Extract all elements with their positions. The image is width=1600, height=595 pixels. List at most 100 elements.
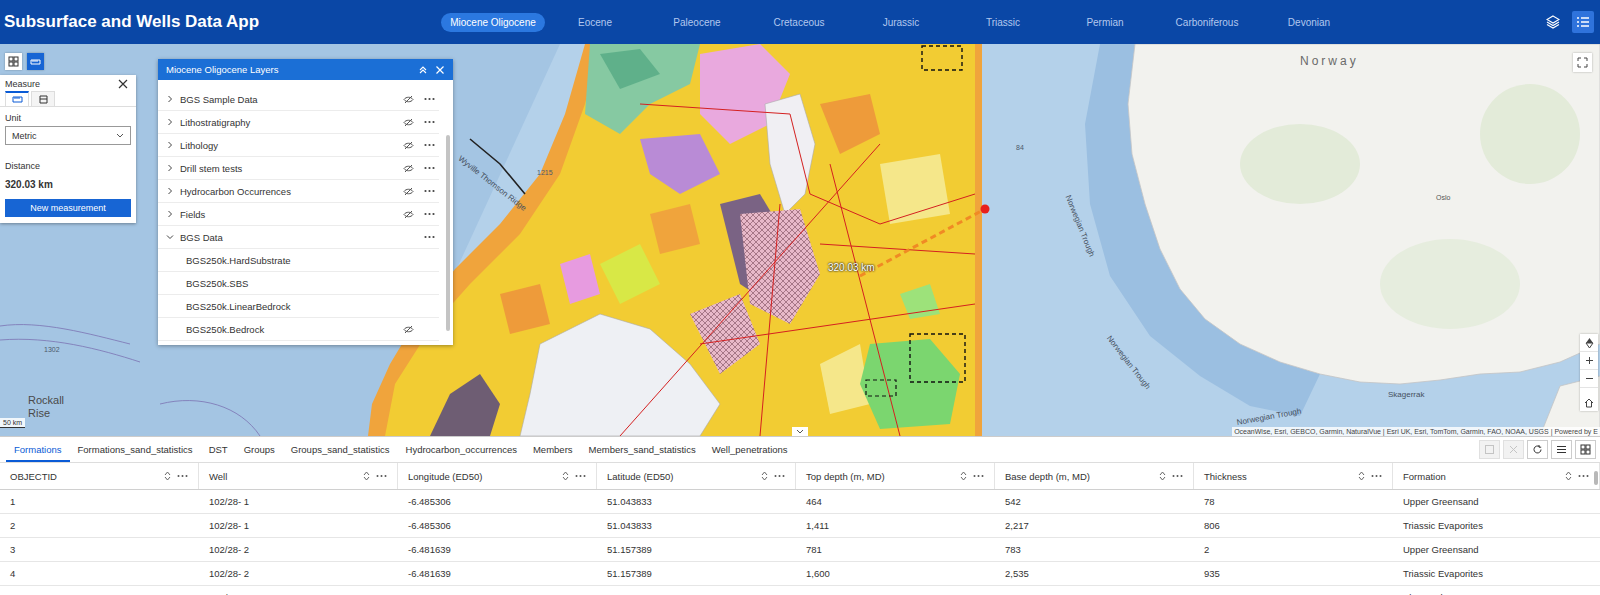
table-row[interactable]: 4102/28- 2-6.48163951.1573891,6002,53593… bbox=[0, 562, 1600, 586]
eye-off-icon[interactable] bbox=[403, 141, 414, 150]
zoom-to-icon[interactable] bbox=[1484, 444, 1495, 455]
era-tab[interactable]: Permian bbox=[1054, 13, 1156, 32]
chevron-right-icon[interactable] bbox=[166, 187, 174, 195]
new-measurement-button[interactable]: New measurement bbox=[5, 199, 131, 217]
more-icon[interactable] bbox=[424, 212, 435, 216]
collapse-table-button[interactable] bbox=[792, 427, 808, 436]
column-header[interactable]: Longitude (ED50) bbox=[398, 463, 597, 489]
sort-icon[interactable] bbox=[363, 471, 370, 481]
era-tab[interactable]: Miocene Oligocene bbox=[442, 13, 544, 32]
more-icon[interactable] bbox=[424, 97, 435, 101]
map-tool-button[interactable] bbox=[5, 53, 22, 70]
layer-row[interactable]: Drill stem tests bbox=[158, 157, 439, 180]
more-icon[interactable] bbox=[177, 474, 188, 478]
layer-row[interactable]: BGS Sample Data bbox=[158, 88, 439, 111]
era-tab-label[interactable]: Carboniferous bbox=[1167, 13, 1248, 32]
options-icon[interactable] bbox=[1556, 444, 1567, 455]
sort-icon[interactable] bbox=[1358, 471, 1365, 481]
table-tab[interactable]: Hydrocarbon_occurrences bbox=[398, 437, 525, 462]
era-tab-label[interactable]: Devonian bbox=[1279, 13, 1339, 32]
fullscreen-icon[interactable] bbox=[1577, 57, 1588, 68]
era-tab-label[interactable]: Jurassic bbox=[874, 13, 929, 32]
ruler-icon[interactable] bbox=[30, 56, 41, 67]
measure-tab[interactable] bbox=[5, 91, 29, 106]
era-tab-label[interactable]: Eocene bbox=[569, 13, 621, 32]
table-tab[interactable]: Formations_sand_statistics bbox=[70, 437, 201, 462]
era-tab[interactable]: Cretaceous bbox=[748, 13, 850, 32]
home-icon[interactable] bbox=[1584, 398, 1594, 408]
chevron-right-icon[interactable] bbox=[166, 118, 174, 126]
header-button[interactable] bbox=[1572, 11, 1594, 33]
table-row[interactable]: 5103/01- 1-5.89757151.9795783,7103,7166B… bbox=[0, 586, 1600, 595]
eye-off-icon[interactable] bbox=[403, 118, 414, 127]
sublayer-row[interactable]: BGS250k.Bedrock bbox=[158, 318, 439, 341]
column-header[interactable]: Base depth (m, MD) bbox=[995, 463, 1194, 489]
table-tab[interactable]: Groups bbox=[236, 437, 283, 462]
fullscreen-button[interactable] bbox=[1573, 53, 1592, 72]
collapse-icon[interactable] bbox=[418, 65, 428, 75]
clear-selection-icon[interactable] bbox=[1508, 444, 1519, 455]
eye-off-icon[interactable] bbox=[403, 210, 414, 219]
sort-icon[interactable] bbox=[562, 471, 569, 481]
layer-row[interactable]: Fields bbox=[158, 203, 439, 226]
table-tab[interactable]: Groups_sand_statistics bbox=[283, 437, 398, 462]
zoom-out-button[interactable] bbox=[1580, 370, 1598, 388]
grid-icon[interactable] bbox=[8, 56, 19, 67]
table-tab[interactable]: Well_penetrations bbox=[704, 437, 796, 462]
plus-icon[interactable] bbox=[1585, 356, 1594, 365]
area-icon[interactable] bbox=[38, 95, 49, 104]
column-header[interactable]: OBJECTID bbox=[0, 463, 199, 489]
scrollbar[interactable] bbox=[446, 135, 450, 331]
column-header[interactable]: Latitude (ED50) bbox=[597, 463, 796, 489]
more-icon[interactable] bbox=[424, 143, 435, 147]
toolbar-button[interactable] bbox=[1527, 440, 1548, 459]
table-row[interactable]: 3102/28- 2-6.48163951.1573897817832Upper… bbox=[0, 538, 1600, 562]
more-icon[interactable] bbox=[575, 474, 586, 478]
layers-icon[interactable] bbox=[1546, 15, 1560, 29]
column-header[interactable]: Thickness bbox=[1194, 463, 1393, 489]
grid-icon[interactable] bbox=[1580, 444, 1591, 455]
toolbar-button[interactable] bbox=[1575, 440, 1596, 459]
sublayer-row[interactable]: BGS250k.SBS bbox=[158, 272, 439, 295]
layer-row[interactable]: Lithostratigraphy bbox=[158, 111, 439, 134]
compass-button[interactable] bbox=[1580, 334, 1598, 352]
more-icon[interactable] bbox=[424, 166, 435, 170]
more-icon[interactable] bbox=[424, 120, 435, 124]
refresh-icon[interactable] bbox=[1532, 444, 1543, 455]
toolbar-button[interactable] bbox=[1479, 440, 1500, 459]
table-tab[interactable]: Formations bbox=[6, 437, 70, 462]
table-tab[interactable]: DST bbox=[201, 437, 236, 462]
distance-icon[interactable] bbox=[12, 95, 23, 104]
more-icon[interactable] bbox=[1172, 474, 1183, 478]
era-tab[interactable]: Eocene bbox=[544, 13, 646, 32]
minus-icon[interactable] bbox=[1585, 374, 1594, 383]
layer-row[interactable]: BGS Data bbox=[158, 226, 439, 249]
chevron-right-icon[interactable] bbox=[166, 95, 174, 103]
table-row[interactable]: 1102/28- 1-6.48530651.04383346454278Uppe… bbox=[0, 490, 1600, 514]
sublayer-row[interactable]: BGS250k.HardSubstrate bbox=[158, 249, 439, 272]
era-tab[interactable]: Jurassic bbox=[850, 13, 952, 32]
unit-select[interactable]: Metric bbox=[5, 126, 131, 145]
close-icon[interactable] bbox=[435, 65, 445, 75]
chevron-right-icon[interactable] bbox=[166, 210, 174, 218]
close-icon[interactable] bbox=[118, 79, 128, 89]
eye-off-icon[interactable] bbox=[403, 95, 414, 104]
table-tab[interactable]: Members_sand_statistics bbox=[581, 437, 704, 462]
chevron-right-icon[interactable] bbox=[166, 141, 174, 149]
column-header[interactable]: Formation bbox=[1393, 463, 1600, 489]
eye-off-icon[interactable] bbox=[403, 325, 414, 334]
measure-tab[interactable] bbox=[31, 91, 55, 106]
era-tab[interactable]: Triassic bbox=[952, 13, 1054, 32]
era-tab[interactable]: Paleocene bbox=[646, 13, 748, 32]
toolbar-button[interactable] bbox=[1551, 440, 1572, 459]
chevron-right-icon[interactable] bbox=[166, 164, 174, 172]
map-tool-button[interactable] bbox=[27, 53, 44, 70]
table-tab[interactable]: Members bbox=[525, 437, 581, 462]
map[interactable]: NorwayWyville Thomson RidgeRockall RiseN… bbox=[0, 44, 1600, 436]
toolbar-button[interactable] bbox=[1503, 440, 1524, 459]
era-tab[interactable]: Carboniferous bbox=[1156, 13, 1258, 32]
zoom-in-button[interactable] bbox=[1580, 352, 1598, 370]
era-tab[interactable]: Devonian bbox=[1258, 13, 1360, 32]
more-icon[interactable] bbox=[376, 474, 387, 478]
home-button[interactable] bbox=[1580, 394, 1598, 411]
